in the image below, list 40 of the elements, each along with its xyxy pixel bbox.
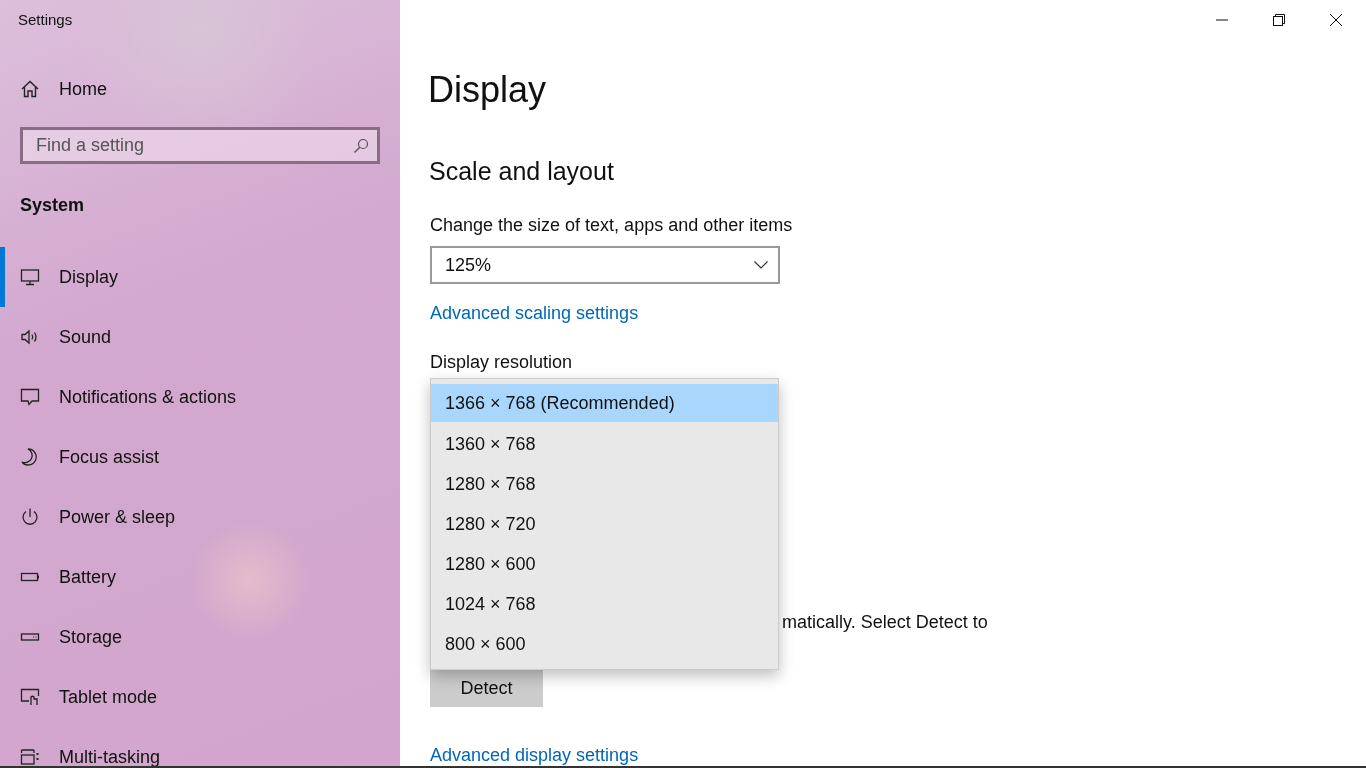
nav-item[interactable]: Multi-tasking xyxy=(0,727,400,766)
speaker-icon xyxy=(20,327,40,347)
windows-icon xyxy=(20,747,40,766)
nav-item[interactable]: Battery xyxy=(0,547,400,607)
nav-item[interactable]: Focus assist xyxy=(0,427,400,487)
field-label: Display resolution xyxy=(430,352,573,372)
window-title: Settings xyxy=(18,10,73,30)
search-icon xyxy=(353,138,369,154)
close-icon[interactable] xyxy=(1330,14,1342,26)
speech-bubble-icon xyxy=(20,387,40,407)
power-icon xyxy=(20,507,40,527)
advanced-scaling-link[interactable]: Advanced scaling settings xyxy=(430,303,639,323)
section-heading: System xyxy=(20,195,85,215)
detect-button[interactable]: Detect xyxy=(430,669,543,707)
field-label: Change the size of text, apps and other items xyxy=(430,215,793,235)
nav-item[interactable]: Tablet mode xyxy=(0,667,400,727)
restore-icon[interactable] xyxy=(1273,14,1285,26)
home-nav-item[interactable]: Home xyxy=(20,79,107,99)
resolution-option[interactable]: 1280 × 720 xyxy=(431,504,778,544)
nav-item[interactable]: Power & sleep xyxy=(0,487,400,547)
section-heading: Scale and layout xyxy=(429,156,614,186)
tablet-icon xyxy=(20,687,40,707)
page-title: Display xyxy=(428,68,547,112)
nav-item[interactable]: Notifications & actions xyxy=(0,367,400,427)
description-text: matically. Select Detect to xyxy=(782,612,988,632)
search-field[interactable]: Find a setting xyxy=(20,127,380,164)
resolution-option[interactable]: 1366 × 768 (Recommended) xyxy=(431,384,778,422)
nav-item[interactable]: Sound xyxy=(0,307,400,367)
resolution-option[interactable]: 1024 × 768 xyxy=(431,584,778,624)
resolution-option[interactable]: 800 × 600 xyxy=(431,624,778,664)
scale-dropdown[interactable]: 125% xyxy=(430,246,780,284)
home-icon xyxy=(20,79,40,99)
advanced-display-link[interactable]: Advanced display settings xyxy=(430,745,639,765)
nav-item[interactable]: Storage xyxy=(0,607,400,667)
resolution-option[interactable]: 1280 × 600 xyxy=(431,544,778,584)
monitor-icon xyxy=(20,267,40,287)
moon-icon xyxy=(20,447,40,467)
chevron-down-icon xyxy=(754,261,768,269)
resolution-option[interactable]: 1280 × 768 xyxy=(431,464,778,504)
resolution-option[interactable]: 1360 × 768 xyxy=(431,424,778,464)
